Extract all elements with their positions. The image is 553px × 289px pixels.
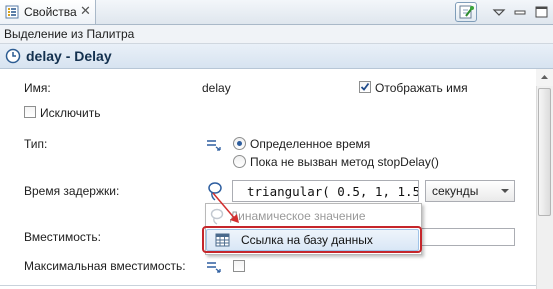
delay-time-label: Время задержки: [24,184,120,198]
equals-arrow-icon[interactable] [206,260,222,274]
minimize-button[interactable] [509,2,531,22]
show-name-label: Отображать имя [375,81,468,95]
equals-arrow-icon[interactable] [206,138,222,152]
breadcrumb-text: Выделение из Палитра [4,27,135,41]
dropdown-button[interactable] [496,181,514,201]
name-value[interactable]: delay [202,81,231,95]
highlight-frame [202,226,422,253]
properties-icon [5,5,19,19]
clock-icon [5,48,21,64]
type-option-fixed-time: Определенное время [250,137,371,151]
menu-item-label: Динамическое значение [230,209,366,223]
type-option-until-stop: Пока не вызван метод stopDelay() [250,155,439,169]
view-menu-button[interactable] [488,2,510,22]
exclude-checkbox[interactable] [24,106,36,118]
delay-time-input[interactable]: triangular( 0.5, 1, 1.5 [232,180,419,202]
properties-header: delay - Delay [0,44,553,69]
section-divider [0,285,536,286]
name-label: Имя: [24,81,51,95]
page-title: delay - Delay [26,48,112,64]
maximize-button[interactable] [531,2,553,22]
pin-editor-button[interactable] [455,2,477,22]
annotation-arrow [212,192,239,223]
delay-unit-select[interactable]: секунды [425,180,515,202]
breadcrumb: Выделение из Палитра [0,25,553,44]
maximize-icon [535,6,548,18]
minimize-icon [514,10,526,15]
checkmark-icon [360,82,370,91]
delay-time-value: triangular( 0.5, 1, 1.5 [247,184,419,199]
capacity-label: Вместимость: [24,230,101,244]
type-radio-until-stop[interactable] [233,155,246,168]
chevron-down-icon [492,9,506,16]
chevron-down-icon [501,189,509,193]
scroll-up-button[interactable] [536,69,553,86]
close-icon[interactable]: ✕ [80,3,91,19]
scrollbar-thumb[interactable] [538,88,551,216]
type-radio-fixed-time[interactable] [233,137,246,150]
tab-properties[interactable]: Свойства ✕ [0,0,96,24]
pin-editor-icon [459,5,474,19]
delay-unit-value: секунды [432,184,479,198]
max-capacity-label: Максимальная вместимость: [24,259,186,273]
tab-label: Свойства [24,5,77,19]
show-name-checkbox[interactable] [359,81,371,93]
exclude-label: Исключить [40,106,101,120]
type-label: Тип: [24,137,48,151]
chevron-up-icon [541,75,548,79]
max-capacity-checkbox[interactable] [233,260,245,272]
